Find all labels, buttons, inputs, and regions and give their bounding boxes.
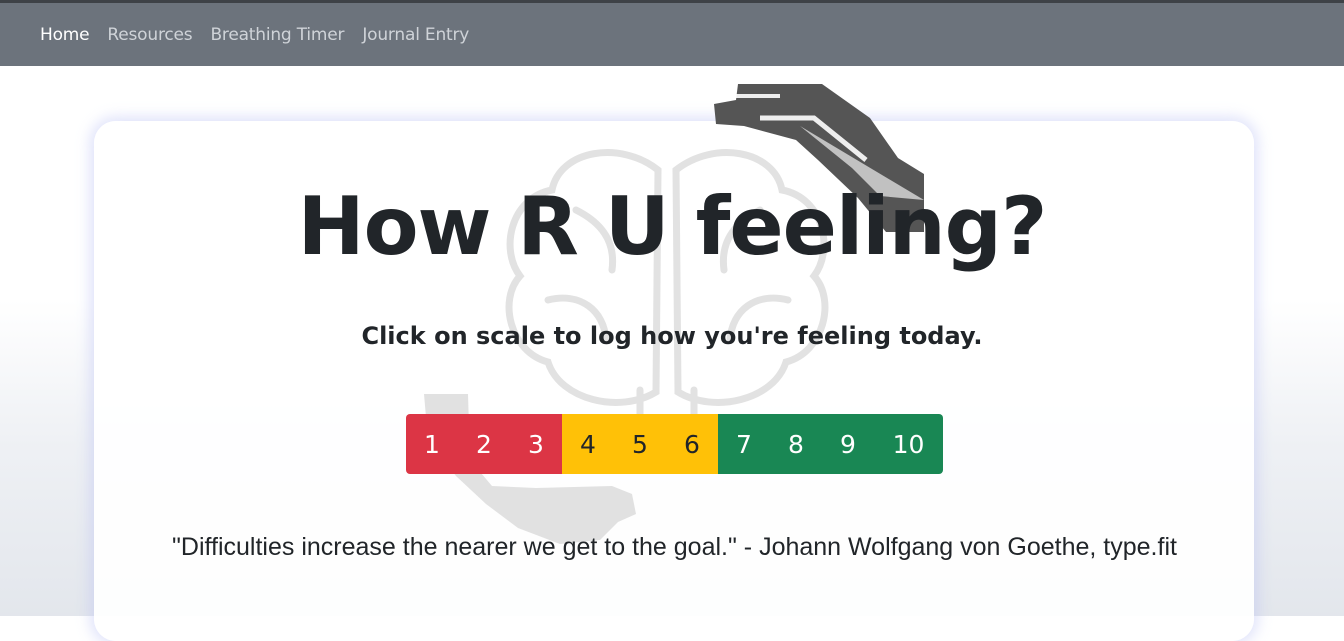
mood-button-3[interactable]: 3 xyxy=(510,414,562,474)
page-title: How R U feeling? xyxy=(297,180,1048,273)
mood-button-4[interactable]: 4 xyxy=(562,414,614,474)
daily-quote: "Difficulties increase the nearer we get… xyxy=(172,533,1177,561)
nav-breathing-timer-link[interactable]: Breathing Timer xyxy=(210,25,344,45)
mood-button-1[interactable]: 1 xyxy=(406,414,458,474)
nav-links: Home Resources Breathing Timer Journal E… xyxy=(40,25,469,45)
mood-button-10[interactable]: 10 xyxy=(874,414,943,474)
nav-resources-link[interactable]: Resources xyxy=(107,25,192,45)
mood-button-7[interactable]: 7 xyxy=(718,414,770,474)
mood-button-8[interactable]: 8 xyxy=(770,414,822,474)
mood-button-9[interactable]: 9 xyxy=(822,414,874,474)
mood-button-2[interactable]: 2 xyxy=(458,414,510,474)
top-navbar: Home Resources Breathing Timer Journal E… xyxy=(0,0,1344,66)
mood-scale: 1 2 3 4 5 6 7 8 9 10 xyxy=(406,414,943,474)
nav-journal-entry-link[interactable]: Journal Entry xyxy=(362,25,469,45)
nav-home-link[interactable]: Home xyxy=(40,25,90,45)
mood-button-5[interactable]: 5 xyxy=(614,414,666,474)
page-subtitle: Click on scale to log how you're feeling… xyxy=(361,322,983,350)
mood-button-6[interactable]: 6 xyxy=(666,414,718,474)
